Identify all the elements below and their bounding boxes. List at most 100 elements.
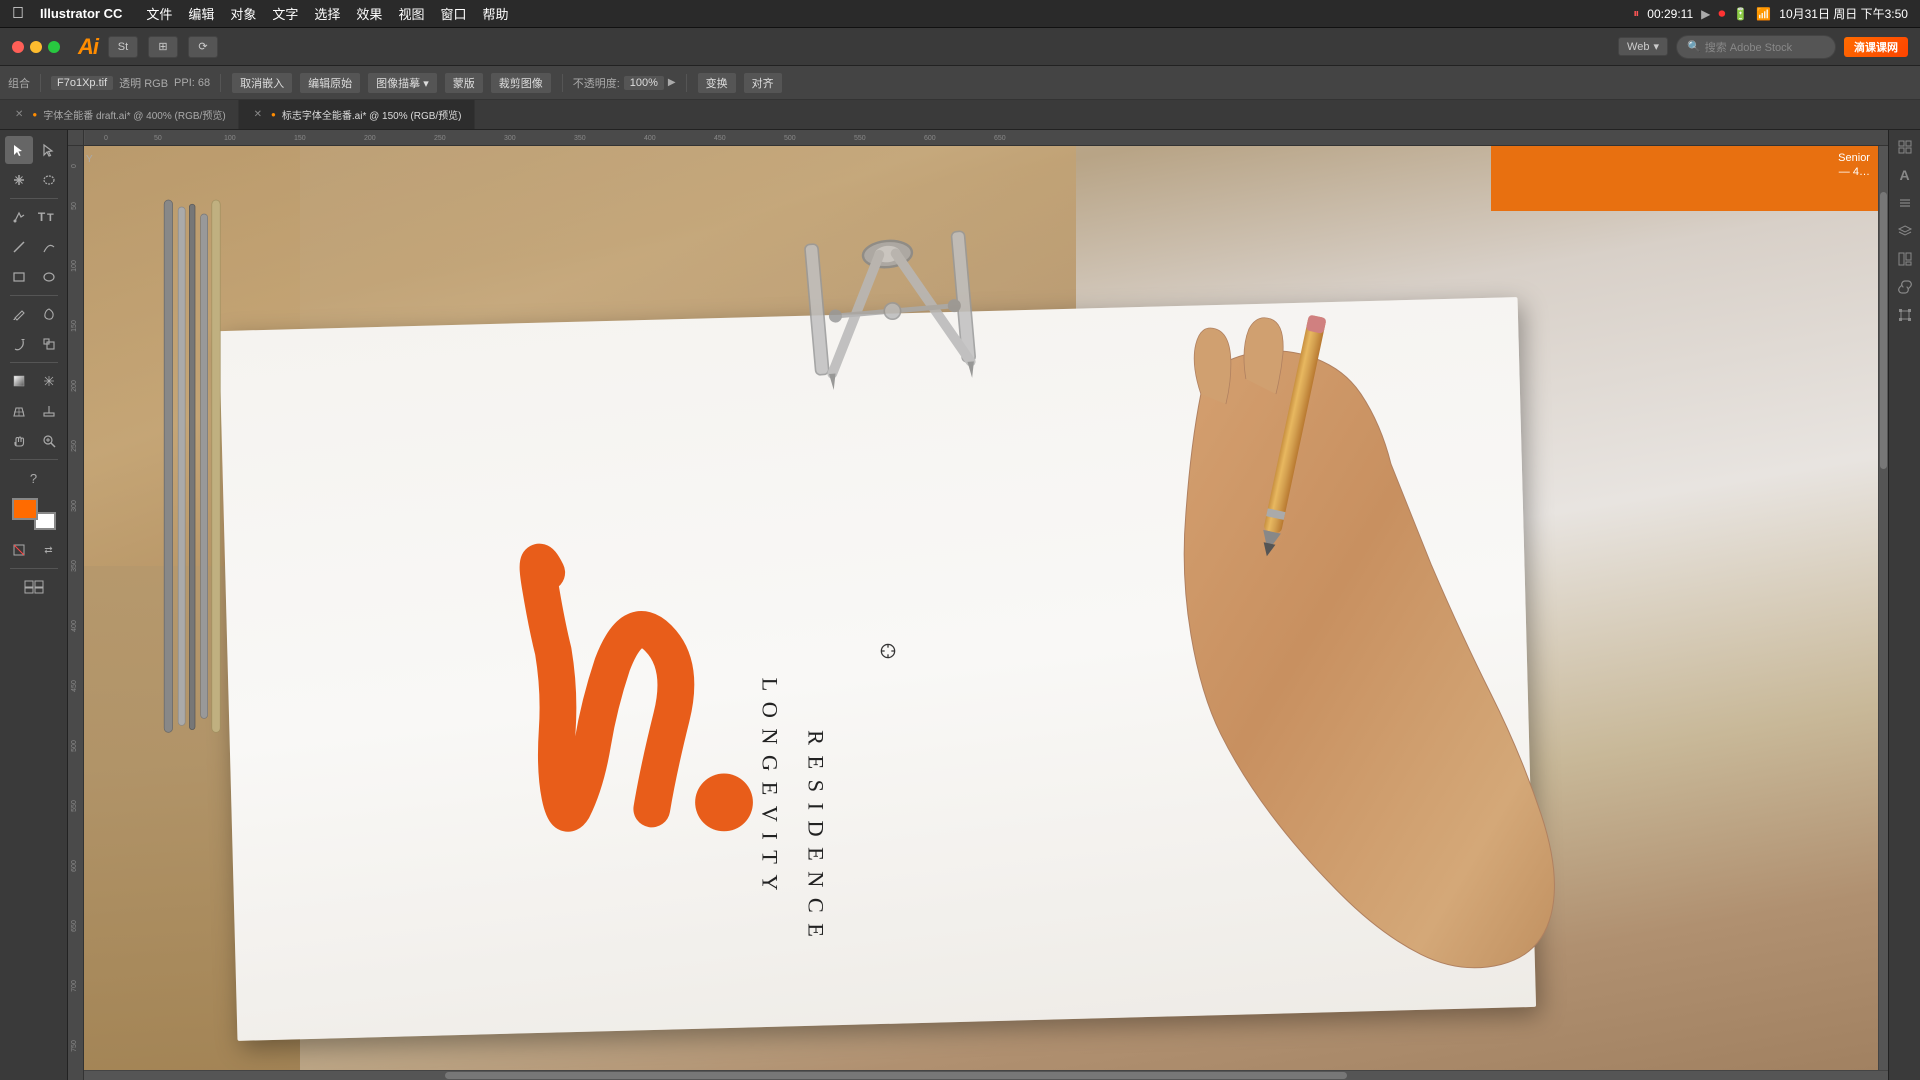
image-trace-button[interactable]: 图像描摹 ▾: [367, 72, 438, 94]
svg-text:400: 400: [644, 135, 656, 142]
rp-btn-transform[interactable]: [1894, 304, 1916, 326]
svg-text:50: 50: [71, 202, 78, 210]
crop-image-button[interactable]: 裁剪图像: [490, 72, 552, 94]
tool-separator-3: [10, 362, 58, 363]
adobe-stock-btn[interactable]: St: [108, 36, 138, 58]
menubar-right: ⏸ 00:29:11 ▶ ⏺ 🔋 📶 10月31日 周日 下午3:50: [1633, 5, 1908, 22]
question-tool[interactable]: ?: [20, 464, 48, 492]
right-properties-panel: A: [1888, 130, 1920, 1080]
selection-tools: [5, 136, 63, 164]
swap-colors-btn[interactable]: ⇄: [35, 536, 63, 564]
ruler-corner: [68, 130, 84, 146]
horizontal-scrollbar-thumb[interactable]: [445, 1072, 1347, 1079]
menu-window[interactable]: 窗口: [432, 2, 474, 25]
tab-draft[interactable]: ✕ ● 字体全能番 draft.ai* @ 400% (RGB/预览): [0, 100, 239, 129]
zoom-tool[interactable]: [35, 427, 63, 455]
rotate-tool[interactable]: [5, 330, 33, 358]
tab-close-draft[interactable]: ✕: [12, 108, 26, 121]
measure-tool[interactable]: [35, 397, 63, 425]
rp-btn-properties[interactable]: [1894, 192, 1916, 214]
rp-btn-type[interactable]: A: [1894, 164, 1916, 186]
perspective-tool[interactable]: [5, 397, 33, 425]
logo-container: LONGEVITY RESIDENCE: [355, 520, 1041, 940]
direct-selection-tool[interactable]: [35, 136, 63, 164]
menu-object[interactable]: 对象: [222, 2, 264, 25]
align-button[interactable]: 对齐: [743, 72, 783, 94]
blob-brush-tool[interactable]: [35, 300, 63, 328]
lasso-tool[interactable]: [35, 166, 63, 194]
magic-wand-tool[interactable]: [5, 166, 33, 194]
tab-close-main[interactable]: ✕: [251, 108, 265, 121]
adobe-stock-search[interactable]: 🔍 搜索 Adobe Stock: [1676, 35, 1836, 59]
document-tabbar: ✕ ● 字体全能番 draft.ai* @ 400% (RGB/预览) ✕ ● …: [0, 100, 1920, 130]
minimize-button[interactable]: [30, 41, 42, 53]
line-tool[interactable]: [5, 233, 33, 261]
shape-tools: [5, 263, 63, 291]
apple-menu[interactable]: : [12, 5, 24, 23]
titlebar-right: Web ▾ 🔍 搜索 Adobe Stock 滴课课网: [1618, 35, 1908, 59]
rp-btn-links[interactable]: [1894, 276, 1916, 298]
mask-button[interactable]: 蒙版: [444, 72, 484, 94]
pencil-tool[interactable]: [5, 300, 33, 328]
artwork-canvas[interactable]: Senior — 4…: [84, 146, 1888, 1080]
svg-text:650: 650: [71, 920, 78, 932]
transform-button[interactable]: 变换: [697, 72, 737, 94]
opacity-label: 不透明度:: [573, 75, 620, 91]
cursor: [878, 641, 898, 661]
close-button[interactable]: [12, 41, 24, 53]
app-name[interactable]: Illustrator CC: [40, 6, 122, 21]
svg-text:200: 200: [71, 380, 78, 392]
rp-btn-layers[interactable]: [1894, 220, 1916, 242]
gradient-tool[interactable]: [5, 367, 33, 395]
magic-tools: [5, 166, 63, 194]
line-tools: [5, 233, 63, 261]
vertical-scrollbar-thumb[interactable]: [1880, 192, 1887, 469]
datetime-display: 10月31日 周日 下午3:50: [1779, 5, 1908, 22]
clock-display: 00:29:11: [1647, 7, 1693, 21]
tool-separator-2: [10, 295, 58, 296]
menu-text[interactable]: 文字: [264, 2, 306, 25]
rp-btn-assets[interactable]: [1894, 248, 1916, 270]
canvas-area[interactable]: 0 50 100 150 200 250 300 350 400 450 500…: [68, 130, 1888, 1080]
scale-tool[interactable]: [35, 330, 63, 358]
rect-tool[interactable]: [5, 263, 33, 291]
pen-tool[interactable]: [5, 203, 33, 231]
menu-view[interactable]: 视图: [390, 2, 432, 25]
type-tool[interactable]: T T: [35, 203, 63, 231]
maximize-button[interactable]: [48, 41, 60, 53]
svg-text:150: 150: [71, 320, 78, 332]
hand-tool[interactable]: [5, 427, 33, 455]
svg-text:100: 100: [71, 260, 78, 272]
horizontal-scrollbar[interactable]: [84, 1070, 1888, 1080]
artboard-tool[interactable]: [20, 573, 48, 601]
opacity-arrow[interactable]: ▶: [668, 77, 676, 88]
sync-btn[interactable]: ⟳: [188, 36, 218, 58]
traffic-lights[interactable]: [12, 41, 60, 53]
group-label: 组合: [8, 75, 30, 91]
opacity-value[interactable]: 100%: [624, 76, 664, 90]
selection-tool[interactable]: [5, 136, 33, 164]
edit-original-button[interactable]: 编辑原始: [299, 72, 361, 94]
menu-help[interactable]: 帮助: [474, 2, 516, 25]
record-dot: ⏺: [1718, 5, 1725, 22]
vertical-scrollbar[interactable]: [1878, 146, 1888, 1070]
view-tools: [5, 397, 63, 425]
svg-text:300: 300: [504, 135, 516, 142]
workspace-switcher[interactable]: ⊞: [148, 36, 178, 58]
menu-effect[interactable]: 效果: [348, 2, 390, 25]
fill-none-btn[interactable]: [5, 536, 33, 564]
foreground-color-swatch[interactable]: [12, 498, 38, 520]
web-dropdown[interactable]: Web ▾: [1618, 37, 1668, 56]
tab-main[interactable]: ✕ ● 标志字体全能番.ai* @ 150% (RGB/预览): [239, 100, 475, 129]
ellipse-tool[interactable]: [35, 263, 63, 291]
menu-file[interactable]: 文件: [138, 2, 180, 25]
rp-btn-1[interactable]: [1894, 136, 1916, 158]
mesh-tool[interactable]: [35, 367, 63, 395]
menu-select[interactable]: 选择: [306, 2, 348, 25]
mac-menubar:  Illustrator CC 文件 编辑 对象 文字 选择 效果 视图 窗口…: [0, 0, 1920, 28]
color-swatches[interactable]: [12, 498, 56, 530]
menu-edit[interactable]: 编辑: [180, 2, 222, 25]
unembed-button[interactable]: 取消嵌入: [231, 72, 293, 94]
svg-text:0: 0: [104, 135, 108, 142]
arc-tool[interactable]: [35, 233, 63, 261]
